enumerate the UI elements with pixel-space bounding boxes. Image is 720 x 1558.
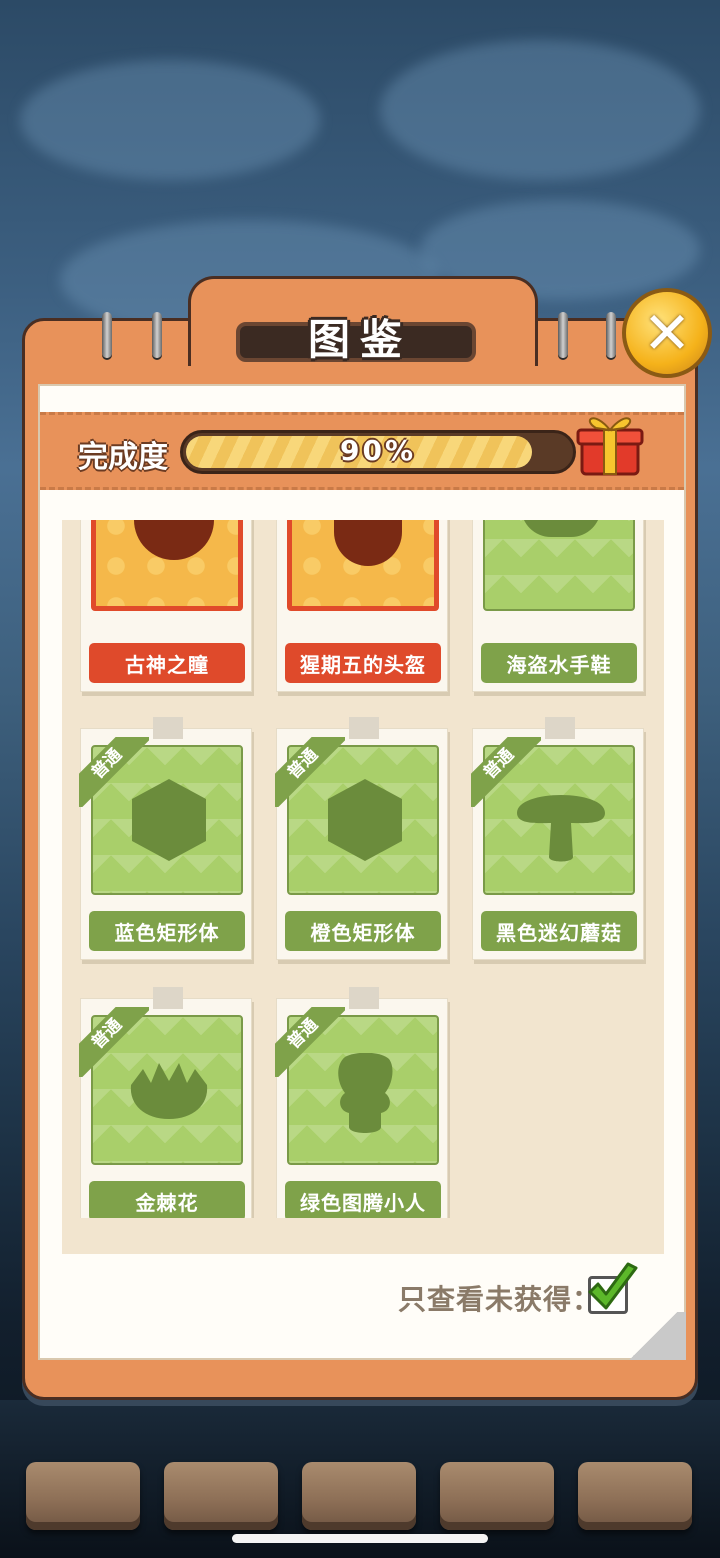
card-image: [483, 520, 635, 611]
collection-card[interactable]: 普通 橙色矩形体: [275, 717, 448, 960]
card-name: 金棘花: [89, 1181, 245, 1221]
rarity-ribbon: 普通: [275, 737, 345, 807]
gift-icon[interactable]: [574, 406, 646, 478]
card-tape: [153, 987, 183, 1009]
card-tape: [349, 717, 379, 739]
filter-label: 只查看未获得：: [398, 1283, 602, 1316]
collection-card[interactable]: 普通 黑色迷幻蘑菇: [471, 717, 644, 960]
card-name: 黑色迷幻蘑菇: [481, 911, 637, 951]
card-name: 古神之瞳: [89, 643, 245, 683]
card-name: 海盗水手鞋: [481, 643, 637, 683]
bottom-slot[interactable]: [302, 1462, 416, 1530]
card-tape: [545, 717, 575, 739]
rarity-label: 普通: [275, 1007, 345, 1077]
bottom-slot[interactable]: [578, 1462, 692, 1530]
page-curl: [620, 1312, 686, 1360]
collection-grid: 古神之瞳 猩期五的头盔 海盗水手鞋 普通 蓝色矩形体 普通 橙色矩形体 普通 黑…: [62, 520, 664, 1254]
rarity-label: 普通: [79, 1007, 149, 1077]
binder-ring-icon: [102, 312, 112, 358]
rarity-label: 普通: [275, 737, 345, 807]
card-tape: [349, 987, 379, 1009]
bottom-slot[interactable]: [164, 1462, 278, 1530]
rarity-ribbon: 普通: [79, 1007, 149, 1077]
rarity-ribbon: 普通: [471, 737, 541, 807]
bottom-slot[interactable]: [440, 1462, 554, 1530]
grid-bottom-edge: [62, 1218, 664, 1254]
collection-card[interactable]: 猩期五的头盔: [276, 520, 448, 692]
close-icon: ✕: [642, 299, 692, 367]
bottom-slot[interactable]: [26, 1462, 140, 1530]
collection-card[interactable]: 普通 金棘花: [79, 987, 252, 1230]
rarity-label: 普通: [79, 737, 149, 807]
item-silhouette-icon: [134, 520, 214, 560]
card-image: [287, 520, 439, 611]
progress-value: 90%: [339, 434, 417, 467]
collection-card[interactable]: 普通 蓝色矩形体: [79, 717, 252, 960]
progress-label: 完成度: [78, 440, 168, 475]
binder-ring-icon: [606, 312, 616, 358]
card-name: 猩期五的头盔: [285, 643, 441, 683]
close-button[interactable]: ✕: [622, 288, 712, 378]
collection-card[interactable]: 古神之瞳: [80, 520, 252, 692]
card-name: 橙色矩形体: [285, 911, 441, 951]
rarity-ribbon: 普通: [275, 1007, 345, 1077]
card-name: 蓝色矩形体: [89, 911, 245, 951]
checkmark-icon[interactable]: [584, 1262, 640, 1318]
rarity-label: 普通: [471, 737, 541, 807]
card-name: 绿色图腾小人: [285, 1181, 441, 1221]
collection-card[interactable]: 海盗水手鞋: [472, 520, 644, 692]
binder-ring-icon: [152, 312, 162, 358]
card-tape: [153, 717, 183, 739]
card-image: [91, 520, 243, 611]
dialog-title: 图鉴: [307, 315, 412, 364]
item-silhouette-icon: [521, 520, 601, 537]
binder-ring-icon: [558, 312, 568, 358]
rarity-ribbon: 普通: [79, 737, 149, 807]
item-silhouette-icon: [334, 520, 402, 566]
collection-card[interactable]: 普通 绿色图腾小人: [275, 987, 448, 1230]
home-indicator[interactable]: [232, 1534, 488, 1543]
